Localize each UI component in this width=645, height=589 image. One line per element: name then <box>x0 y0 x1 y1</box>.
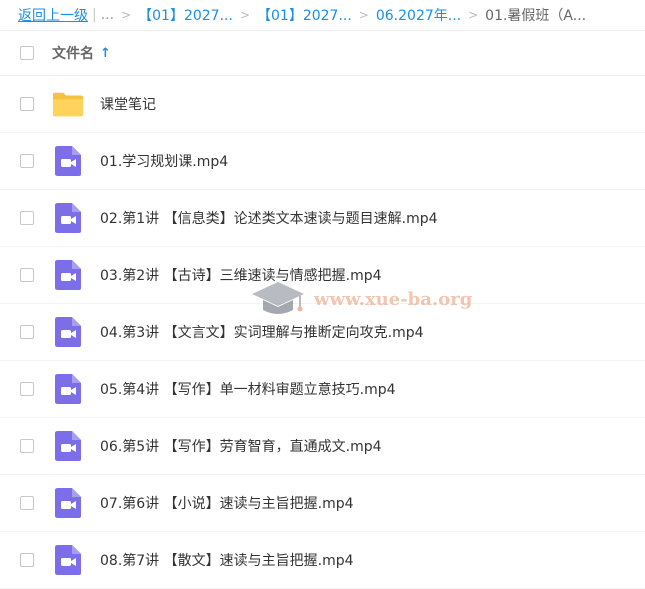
select-all-checkbox[interactable] <box>20 46 34 60</box>
row-checkbox[interactable] <box>20 325 34 339</box>
video-icon <box>52 544 84 576</box>
chevron-right-icon: > <box>358 8 369 22</box>
file-name[interactable]: 05.第4讲 【写作】单一材料审题立意技巧.mp4 <box>100 379 396 399</box>
breadcrumb-item[interactable]: 06.2027年... <box>376 5 461 25</box>
row-checkbox[interactable] <box>20 382 34 396</box>
watermark-text: www.xue-ba.org <box>314 288 473 310</box>
file-name[interactable]: 01.学习规划课.mp4 <box>100 151 228 171</box>
video-icon <box>52 430 84 462</box>
breadcrumb-divider: | <box>92 7 97 23</box>
file-row[interactable]: 02.第1讲 【信息类】论述类文本速读与题目速解.mp4 <box>0 190 645 247</box>
file-row[interactable]: 08.第7讲 【散文】速读与主旨把握.mp4 <box>0 532 645 589</box>
file-list-header: 文件名 ↑ <box>0 31 645 76</box>
chevron-right-icon: > <box>121 8 132 22</box>
file-row[interactable]: 06.第5讲 【写作】劳育智育，直通成文.mp4 <box>0 418 645 475</box>
file-name[interactable]: 06.第5讲 【写作】劳育智育，直通成文.mp4 <box>100 436 382 456</box>
video-icon <box>52 202 84 234</box>
graduation-cap-icon <box>252 282 304 314</box>
file-list: 课堂笔记 01.学习规划课.mp4 02.第1讲 【信息类】论述类文本速读与题目速解… <box>0 76 645 589</box>
file-row[interactable]: 07.第6讲 【小说】速读与主旨把握.mp4 <box>0 475 645 532</box>
file-name[interactable]: 07.第6讲 【小说】速读与主旨把握.mp4 <box>100 493 354 513</box>
video-icon <box>52 487 84 519</box>
file-name[interactable]: 04.第3讲 【文言文】实词理解与推断定向攻克.mp4 <box>100 322 424 342</box>
row-checkbox[interactable] <box>20 268 34 282</box>
video-icon <box>52 145 84 177</box>
row-checkbox[interactable] <box>20 553 34 567</box>
watermark: www.xue-ba.org <box>250 278 472 320</box>
file-name[interactable]: 课堂笔记 <box>100 94 156 114</box>
chevron-right-icon: > <box>239 8 250 22</box>
file-row[interactable]: 课堂笔记 <box>0 76 645 133</box>
video-icon <box>52 316 84 348</box>
folder-icon <box>52 88 84 120</box>
video-icon <box>52 373 84 405</box>
row-checkbox[interactable] <box>20 211 34 225</box>
back-link[interactable]: 返回上一级 <box>18 5 88 25</box>
sort-arrow-icon[interactable]: ↑ <box>100 46 111 61</box>
column-title-filename[interactable]: 文件名 <box>52 43 94 63</box>
file-name[interactable]: 08.第7讲 【散文】速读与主旨把握.mp4 <box>100 550 354 570</box>
row-checkbox[interactable] <box>20 154 34 168</box>
breadcrumb: 返回上一级 | ... > 【01】2027... > 【01】2027... … <box>0 0 645 31</box>
file-name[interactable]: 02.第1讲 【信息类】论述类文本速读与题目速解.mp4 <box>100 208 438 228</box>
breadcrumb-item[interactable]: 【01】2027... <box>138 5 233 25</box>
video-icon <box>52 259 84 291</box>
breadcrumb-ellipsis[interactable]: ... <box>101 7 114 23</box>
breadcrumb-current: 01.暑假班（A... <box>485 8 587 24</box>
row-checkbox[interactable] <box>20 439 34 453</box>
row-checkbox[interactable] <box>20 97 34 111</box>
file-row[interactable]: 05.第4讲 【写作】单一材料审题立意技巧.mp4 <box>0 361 645 418</box>
breadcrumb-item[interactable]: 【01】2027... <box>257 5 352 25</box>
chevron-right-icon: > <box>468 8 479 22</box>
row-checkbox[interactable] <box>20 496 34 510</box>
file-row[interactable]: 01.学习规划课.mp4 <box>0 133 645 190</box>
